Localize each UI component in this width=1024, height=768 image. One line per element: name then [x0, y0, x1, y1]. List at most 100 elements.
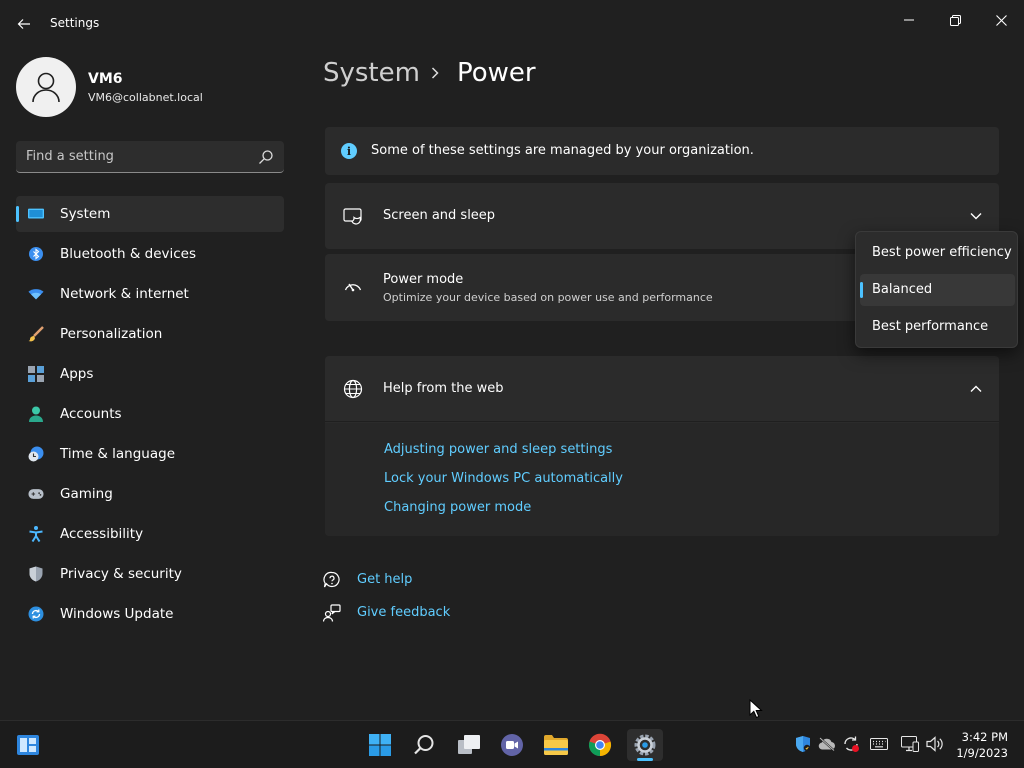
help-link[interactable]: Changing power mode	[384, 500, 531, 515]
help-from-web-card: Help from the web Adjusting power and sl…	[325, 356, 999, 536]
mouse-cursor-icon	[749, 699, 763, 719]
app-title: Settings	[50, 16, 100, 30]
shield-icon	[28, 566, 44, 582]
sidebar-item-label: Network & internet	[60, 286, 189, 302]
close-icon	[995, 14, 1007, 26]
search-icon[interactable]	[258, 149, 274, 165]
help-from-web-links: Adjusting power and sleep settings Lock …	[325, 423, 999, 536]
sidebar-item-time-language[interactable]: Time & language	[16, 436, 284, 472]
chat-icon[interactable]	[496, 729, 528, 761]
clock-globe-icon	[28, 446, 44, 462]
start-icon[interactable]	[364, 729, 396, 761]
sidebar-item-apps[interactable]: Apps	[16, 356, 284, 392]
help-from-web-title: Help from the web	[383, 381, 504, 396]
help-link[interactable]: Lock your Windows PC automatically	[384, 471, 623, 486]
sync-icon[interactable]	[842, 735, 860, 753]
give-feedback-label: Give feedback	[357, 605, 451, 620]
sidebar-item-accessibility[interactable]: Accessibility	[16, 516, 284, 552]
widgets-icon[interactable]	[12, 729, 44, 761]
chrome-icon[interactable]	[584, 729, 616, 761]
info-banner-text: Some of these settings are managed by yo…	[371, 143, 754, 158]
system-icon	[28, 206, 44, 222]
defender-icon[interactable]	[794, 735, 812, 753]
search-input[interactable]	[26, 141, 246, 172]
clock-date[interactable]: 1/9/2023	[956, 746, 1008, 760]
bluetooth-icon	[28, 246, 44, 262]
avatar[interactable]	[16, 57, 76, 117]
sidebar-item-label: Time & language	[60, 446, 176, 462]
sidebar-item-label: Windows Update	[60, 606, 174, 622]
keyboard-icon[interactable]	[870, 735, 888, 753]
power-mode-description: Optimize your device based on power use …	[383, 291, 713, 304]
option-best-power-efficiency[interactable]: Best power efficiency	[860, 237, 1015, 269]
sidebar-item-privacy[interactable]: Privacy & security	[16, 556, 284, 592]
apps-icon	[28, 366, 44, 382]
globe-icon	[343, 379, 363, 399]
option-label: Balanced	[872, 282, 933, 297]
back-button[interactable]	[12, 12, 36, 36]
wifi-icon	[28, 286, 44, 302]
option-label: Best performance	[872, 319, 989, 334]
get-help-icon	[323, 571, 340, 588]
user-email: VM6@collabnet.local	[88, 91, 203, 104]
page-title: Power	[457, 58, 536, 88]
sidebar-nav: System Bluetooth & devices Network & int…	[16, 196, 284, 636]
minimize-icon	[904, 19, 914, 21]
option-best-performance[interactable]: Best performance	[860, 311, 1015, 343]
file-explorer-icon[interactable]	[540, 729, 572, 761]
sidebar-item-label: System	[60, 206, 111, 222]
info-icon: i	[341, 143, 357, 159]
close-button[interactable]	[978, 4, 1024, 36]
sidebar-item-label: Personalization	[60, 326, 163, 342]
sidebar-item-label: Bluetooth & devices	[60, 246, 197, 262]
restore-icon	[949, 14, 961, 26]
feedback-icon	[323, 604, 341, 622]
sidebar-item-label: Accounts	[60, 406, 122, 422]
clock-time[interactable]: 3:42 PM	[962, 730, 1008, 744]
sidebar-item-label: Accessibility	[60, 526, 144, 542]
sidebar-item-network[interactable]: Network & internet	[16, 276, 284, 312]
update-icon	[28, 606, 44, 622]
title-bar: Settings	[0, 0, 1024, 48]
sidebar-item-windows-update[interactable]: Windows Update	[16, 596, 284, 632]
breadcrumb-parent[interactable]: System	[323, 58, 420, 88]
screen-sleep-icon	[343, 208, 362, 225]
user-icon	[32, 72, 60, 103]
accounts-icon	[28, 406, 44, 422]
sidebar-item-label: Privacy & security	[60, 566, 182, 582]
info-banner: i Some of these settings are managed by …	[325, 127, 999, 175]
help-link[interactable]: Adjusting power and sleep settings	[384, 442, 612, 457]
volume-icon[interactable]	[926, 735, 944, 753]
option-label: Best power efficiency	[872, 245, 1012, 260]
taskbar-search-icon[interactable]	[408, 729, 440, 761]
cloud-offline-icon[interactable]	[818, 735, 836, 753]
gauge-icon	[344, 283, 362, 292]
display-icon[interactable]	[901, 735, 919, 753]
user-name: VM6	[88, 71, 123, 87]
active-app-indicator	[637, 758, 653, 761]
help-from-web-header[interactable]: Help from the web	[325, 356, 999, 422]
chevron-up-icon[interactable]	[969, 382, 983, 396]
sidebar-item-personalization[interactable]: Personalization	[16, 316, 284, 352]
task-view-icon[interactable]	[453, 729, 485, 761]
sidebar-item-accounts[interactable]: Accounts	[16, 396, 284, 432]
chevron-right-icon	[431, 67, 439, 79]
sidebar-item-label: Apps	[60, 366, 94, 382]
settings-icon[interactable]	[627, 729, 663, 761]
gamepad-icon	[28, 486, 44, 502]
back-arrow-icon	[17, 19, 30, 29]
sidebar-item-system[interactable]: System	[16, 196, 284, 232]
minimize-button[interactable]	[886, 4, 932, 36]
sidebar-item-bluetooth[interactable]: Bluetooth & devices	[16, 236, 284, 272]
option-balanced[interactable]: Balanced	[860, 274, 1015, 306]
power-mode-dropdown[interactable]: Best power efficiency Balanced Best perf…	[855, 231, 1018, 348]
get-help-label: Get help	[357, 572, 413, 587]
accessibility-icon	[28, 526, 44, 542]
restore-button[interactable]	[932, 4, 978, 36]
sidebar-item-gaming[interactable]: Gaming	[16, 476, 284, 512]
sidebar-item-label: Gaming	[60, 486, 113, 502]
screen-sleep-title: Screen and sleep	[383, 208, 496, 223]
chevron-down-icon[interactable]	[969, 209, 983, 223]
search-box[interactable]	[16, 141, 284, 173]
brush-icon	[28, 326, 44, 342]
